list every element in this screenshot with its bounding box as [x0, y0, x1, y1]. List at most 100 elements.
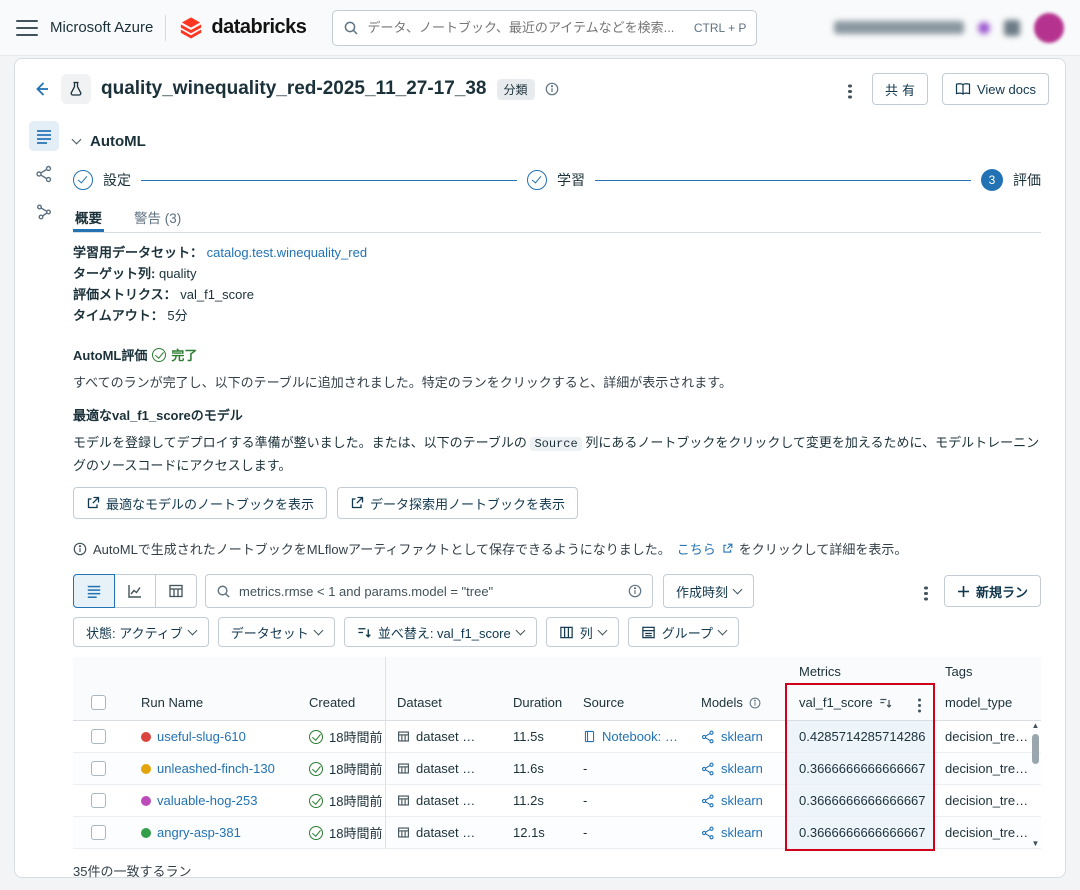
- run-name-link[interactable]: useful-slug-610: [157, 729, 246, 744]
- toolbar-kebab-icon[interactable]: [918, 578, 934, 604]
- dataset-link[interactable]: dataset …: [416, 761, 475, 776]
- col-header-metric[interactable]: val_f1_score: [787, 691, 933, 714]
- automl-section-header[interactable]: AutoML: [73, 133, 1041, 150]
- models-link[interactable]: sklearn: [721, 825, 763, 840]
- tab-overview[interactable]: 概要: [73, 203, 104, 232]
- col-header-run-name[interactable]: Run Name: [129, 695, 297, 710]
- global-search-input[interactable]: [367, 20, 685, 35]
- best-model-section: 最適なval_f1_scoreのモデル モデルを登録してデプロイする準備が整いま…: [73, 405, 1041, 476]
- group-header-tags: Tags: [933, 664, 1029, 679]
- view-best-notebook-button[interactable]: 最適なモデルのノートブックを表示: [73, 487, 327, 519]
- rail-models-icon[interactable]: [29, 159, 59, 189]
- tab-warnings[interactable]: 警告 (3): [132, 203, 183, 232]
- select-all-checkbox[interactable]: [91, 695, 106, 710]
- col-header-duration[interactable]: Duration: [501, 695, 571, 710]
- runs-search[interactable]: [205, 574, 653, 608]
- info-icon[interactable]: [628, 584, 642, 598]
- col-header-source[interactable]: Source: [571, 695, 689, 710]
- header-kebab-icon[interactable]: [842, 76, 858, 102]
- avatar[interactable]: [1034, 13, 1064, 43]
- automl-eval-status: AutoML評価 完了 すべてのランが完了し、以下のテーブルに追加されました。特…: [73, 345, 1041, 391]
- global-search[interactable]: CTRL + P: [332, 10, 757, 46]
- run-name-link[interactable]: unleashed-finch-130: [157, 761, 275, 776]
- info-icon: [73, 542, 87, 556]
- group-button[interactable]: グループ: [628, 617, 739, 647]
- row-checkbox[interactable]: [91, 825, 106, 840]
- step-connector: [595, 180, 971, 181]
- classification-badge: 分類: [497, 79, 535, 100]
- table-header-row: Run Name Created Dataset Duration Source…: [73, 685, 1041, 721]
- col-header-models[interactable]: Models: [689, 695, 787, 710]
- run-status-dot: [141, 796, 151, 806]
- detail-label: 評価メトリクス：: [73, 287, 177, 302]
- sort-filter[interactable]: 並べ替え: val_f1_score: [344, 617, 537, 647]
- automl-stepper: 設定 学習 3 評価: [73, 169, 1041, 191]
- table-row[interactable]: valuable-hog-253 18時間前 dataset … 11.2s -…: [73, 785, 1041, 817]
- chevron-down-icon: [733, 584, 743, 594]
- info-icon[interactable]: [545, 82, 559, 96]
- chart-view-icon[interactable]: [114, 574, 156, 608]
- scroll-down-icon[interactable]: ▼: [1032, 839, 1040, 849]
- col-header-created[interactable]: Created: [297, 695, 385, 710]
- scrollbar-thumb[interactable]: [1032, 734, 1039, 764]
- table-view-icon[interactable]: [155, 574, 197, 608]
- table-row[interactable]: angry-asp-381 18時間前 dataset … 12.1s - sk…: [73, 817, 1041, 849]
- row-checkbox[interactable]: [91, 793, 106, 808]
- row-checkbox[interactable]: [91, 729, 106, 744]
- run-name-link[interactable]: valuable-hog-253: [157, 793, 257, 808]
- run-name-link[interactable]: angry-asp-381: [157, 825, 241, 840]
- dataset-grid-icon: [397, 762, 410, 775]
- model-icon: [701, 730, 715, 744]
- sort-descending-icon: [879, 696, 893, 710]
- list-view-icon[interactable]: [73, 574, 115, 608]
- scroll-up-icon[interactable]: ▲: [1032, 721, 1040, 731]
- experiment-details: 学習用データセット： catalog.test.winequality_red …: [73, 243, 1041, 327]
- dataset-link[interactable]: catalog.test.winequality_red: [207, 245, 367, 260]
- dataset-link[interactable]: dataset …: [416, 793, 475, 808]
- share-button[interactable]: 共有: [872, 73, 928, 105]
- chevron-down-icon: [515, 625, 525, 635]
- source-cell: -: [571, 761, 689, 776]
- table-row[interactable]: useful-slug-610 18時間前 dataset … 11.5s No…: [73, 721, 1041, 753]
- columns-button[interactable]: 列: [546, 617, 619, 647]
- view-docs-button[interactable]: View docs: [942, 73, 1049, 105]
- created-time-filter[interactable]: 作成時刻: [663, 574, 754, 608]
- hamburger-menu-icon[interactable]: [16, 20, 38, 36]
- details-link[interactable]: こちら: [677, 539, 716, 558]
- check-circle-icon: [152, 348, 166, 362]
- source-link[interactable]: Notebook: …: [602, 729, 678, 744]
- experiment-view-rail: [15, 105, 73, 879]
- back-arrow-icon[interactable]: [31, 79, 51, 99]
- table-scrollbar[interactable]: ▲ ▼: [1030, 721, 1041, 849]
- apps-icon[interactable]: [1004, 20, 1020, 36]
- dataset-link[interactable]: dataset …: [416, 825, 475, 840]
- dataset-filter[interactable]: データセット: [218, 617, 335, 647]
- runs-search-input[interactable]: [239, 584, 620, 599]
- col-header-tag[interactable]: model_type: [933, 695, 1029, 710]
- row-checkbox[interactable]: [91, 761, 106, 776]
- info-icon: [749, 697, 761, 709]
- table-row[interactable]: unleashed-finch-130 18時間前 dataset … 11.6…: [73, 753, 1041, 785]
- rail-traces-icon[interactable]: [29, 197, 59, 227]
- step-connector: [141, 180, 517, 181]
- dataset-link[interactable]: dataset …: [416, 729, 475, 744]
- rail-runs-list-icon[interactable]: [29, 121, 59, 151]
- col-header-dataset[interactable]: Dataset: [385, 695, 501, 710]
- duration-cell: 11.6s: [501, 761, 571, 776]
- state-filter[interactable]: 状態: アクティブ: [73, 617, 209, 647]
- step-label-evaluate: 評価: [1013, 170, 1041, 190]
- dataset-grid-icon: [397, 730, 410, 743]
- page-title: quality_winequality_red-2025_11_27-17_38: [101, 78, 487, 100]
- new-run-button[interactable]: 新規ラン: [944, 575, 1041, 607]
- columns-icon: [559, 625, 574, 640]
- notification-icon[interactable]: [978, 22, 990, 34]
- workspace-selector[interactable]: [834, 21, 964, 34]
- models-link[interactable]: sklearn: [721, 793, 763, 808]
- databricks-logo[interactable]: databricks: [178, 15, 306, 41]
- models-link[interactable]: sklearn: [721, 729, 763, 744]
- models-link[interactable]: sklearn: [721, 761, 763, 776]
- experiment-page-card: quality_winequality_red-2025_11_27-17_38…: [14, 58, 1066, 878]
- experiment-header: quality_winequality_red-2025_11_27-17_38…: [15, 59, 1065, 105]
- view-data-exploration-notebook-button[interactable]: データ探索用ノートブックを表示: [337, 487, 578, 519]
- metric-column-kebab-icon[interactable]: [912, 691, 928, 714]
